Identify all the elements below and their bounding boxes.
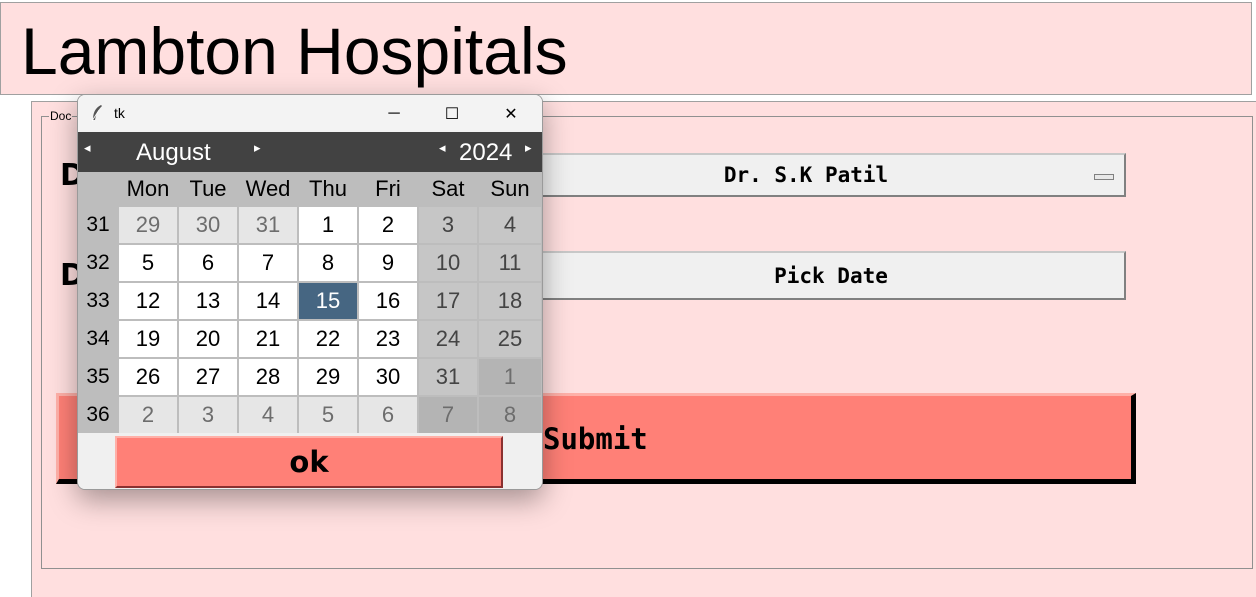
day-cell[interactable]: 25: [478, 320, 542, 358]
month-label: August: [136, 139, 211, 166]
popup-window-title: tk: [114, 105, 125, 121]
day-cell[interactable]: 3: [418, 206, 478, 244]
next-year-icon[interactable]: ▸: [525, 140, 532, 156]
day-cell[interactable]: 4: [478, 206, 542, 244]
year-label: 2024: [459, 139, 513, 166]
day-cell[interactable]: 31: [418, 358, 478, 396]
day-cell[interactable]: 28: [238, 358, 298, 396]
pick-date-button[interactable]: Pick Date: [536, 251, 1126, 300]
day-cell[interactable]: 11: [478, 244, 542, 282]
day-cell[interactable]: 29: [118, 206, 178, 244]
day-cell[interactable]: 21: [238, 320, 298, 358]
day-cell[interactable]: 23: [358, 320, 418, 358]
weekday-header: Tue: [178, 172, 238, 206]
day-cell[interactable]: 7: [238, 244, 298, 282]
day-cell[interactable]: 19: [118, 320, 178, 358]
week-number: 33: [78, 282, 118, 320]
week-number: 35: [78, 358, 118, 396]
prev-month-icon[interactable]: ◂: [84, 140, 91, 156]
day-cell[interactable]: 31: [238, 206, 298, 244]
frame-label: Doc: [49, 109, 73, 123]
calendar-grid: Mon Tue Wed Thu Fri Sat Sun 31 29 30 31 1 2 3 4 32 5 6 7 8 9…: [78, 172, 542, 434]
day-cell[interactable]: 1: [478, 358, 542, 396]
week-number: 34: [78, 320, 118, 358]
weekday-header: Sat: [418, 172, 478, 206]
day-cell[interactable]: 8: [478, 396, 542, 434]
next-month-icon[interactable]: ▸: [254, 140, 261, 156]
day-cell[interactable]: 22: [298, 320, 358, 358]
day-cell[interactable]: 3: [178, 396, 238, 434]
day-cell[interactable]: 20: [178, 320, 238, 358]
dropdown-indicator-icon: [1094, 174, 1114, 180]
calendar-header: ◂ August ▸ ◂ 2024 ▸: [78, 132, 542, 172]
weekday-header: Thu: [298, 172, 358, 206]
popup-titlebar[interactable]: tk ─ ☐ ✕: [78, 95, 542, 132]
app-title: Lambton Hospitals: [21, 14, 568, 88]
day-cell[interactable]: 29: [298, 358, 358, 396]
ok-label: ok: [289, 445, 329, 479]
close-button[interactable]: ✕: [482, 95, 540, 132]
calendar-popup-window: tk ─ ☐ ✕ ◂ August ▸ ◂ 2024 ▸ Mon Tue Wed Th…: [77, 94, 543, 490]
day-cell[interactable]: 6: [358, 396, 418, 434]
day-cell[interactable]: 13: [178, 282, 238, 320]
day-cell[interactable]: 4: [238, 396, 298, 434]
week-number: 31: [78, 206, 118, 244]
maximize-button[interactable]: ☐: [423, 95, 481, 132]
day-cell[interactable]: 6: [178, 244, 238, 282]
weekday-header: Mon: [118, 172, 178, 206]
ok-strip: ok: [78, 433, 542, 489]
weekday-header: Fri: [358, 172, 418, 206]
day-cell[interactable]: 9: [358, 244, 418, 282]
app-header: Lambton Hospitals: [0, 2, 1252, 95]
feather-icon: [90, 104, 104, 126]
day-cell[interactable]: 30: [358, 358, 418, 396]
prev-year-icon[interactable]: ◂: [439, 140, 446, 156]
submit-label: Submit: [543, 422, 648, 456]
minimize-button[interactable]: ─: [365, 95, 423, 132]
weekday-header: Wed: [238, 172, 298, 206]
week-number: 32: [78, 244, 118, 282]
day-cell[interactable]: 17: [418, 282, 478, 320]
ok-button[interactable]: ok: [115, 436, 503, 488]
day-cell[interactable]: 10: [418, 244, 478, 282]
pick-date-label: Pick Date: [774, 263, 888, 288]
day-cell[interactable]: 12: [118, 282, 178, 320]
day-cell[interactable]: 18: [478, 282, 542, 320]
doctor-dropdown-value: Dr. S.K Patil: [723, 163, 889, 187]
day-cell[interactable]: 26: [118, 358, 178, 396]
week-number: 36: [78, 396, 118, 434]
day-cell[interactable]: 14: [238, 282, 298, 320]
weekday-header: Sun: [478, 172, 542, 206]
day-cell[interactable]: 27: [178, 358, 238, 396]
week-header-corner: [78, 172, 118, 206]
day-cell[interactable]: 1: [298, 206, 358, 244]
day-cell[interactable]: 7: [418, 396, 478, 434]
day-cell[interactable]: 2: [118, 396, 178, 434]
day-cell[interactable]: 5: [298, 396, 358, 434]
selected-day-cell[interactable]: 15: [298, 282, 358, 320]
day-cell[interactable]: 24: [418, 320, 478, 358]
day-cell[interactable]: 30: [178, 206, 238, 244]
doctor-dropdown[interactable]: Dr. S.K Patil: [536, 153, 1126, 197]
day-cell[interactable]: 8: [298, 244, 358, 282]
day-cell[interactable]: 5: [118, 244, 178, 282]
day-cell[interactable]: 16: [358, 282, 418, 320]
day-cell[interactable]: 2: [358, 206, 418, 244]
